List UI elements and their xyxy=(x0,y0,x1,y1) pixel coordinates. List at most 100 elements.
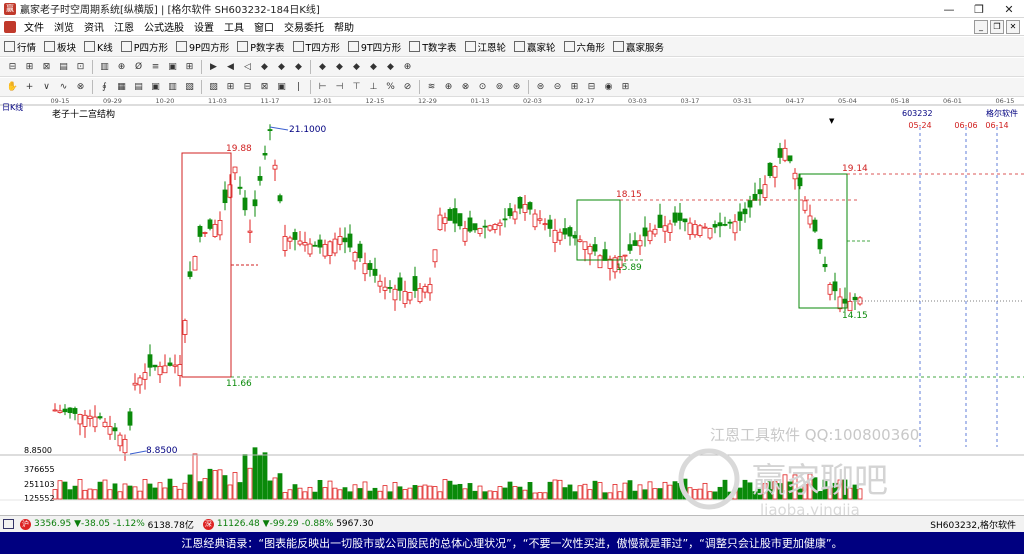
structure-box-3[interactable] xyxy=(798,173,848,309)
analysis-tool-icon[interactable]: ⊟ xyxy=(585,81,598,94)
candle-body[interactable] xyxy=(217,220,223,236)
candle-body[interactable] xyxy=(842,298,848,304)
toolbar-t-square-button[interactable]: T四方形 xyxy=(289,40,344,54)
analysis-tool-icon[interactable]: ∮ xyxy=(98,81,111,94)
maximize-button[interactable]: ❐ xyxy=(964,0,994,18)
menu-settings[interactable]: 设置 xyxy=(189,19,219,34)
candle-body[interactable] xyxy=(572,234,578,239)
draw-tool-icon[interactable]: ⊟ xyxy=(6,61,19,74)
analysis-tool-icon[interactable]: ⊝ xyxy=(551,81,564,94)
candle-body[interactable] xyxy=(552,229,558,243)
candle-body[interactable] xyxy=(372,268,378,276)
candle-body[interactable] xyxy=(567,227,573,237)
candle-body[interactable] xyxy=(827,284,833,295)
candle-body[interactable] xyxy=(812,219,818,232)
candle-body[interactable] xyxy=(847,300,853,312)
candle-body[interactable] xyxy=(472,223,478,231)
analysis-tool-icon[interactable]: % xyxy=(384,81,397,94)
draw-tool-icon[interactable]: ▤ xyxy=(57,61,70,74)
candle-body[interactable] xyxy=(332,238,338,254)
candle-body[interactable] xyxy=(647,230,653,242)
analysis-tool-icon[interactable]: ⊞ xyxy=(224,81,237,94)
candle-body[interactable] xyxy=(672,212,678,223)
candle-body[interactable] xyxy=(637,240,643,247)
candle-body[interactable] xyxy=(247,230,253,233)
candle-body[interactable] xyxy=(102,421,108,428)
analysis-tool-icon[interactable]: ⊗ xyxy=(459,81,472,94)
candle-body[interactable] xyxy=(222,189,228,204)
analysis-tool-icon[interactable]: ▨ xyxy=(207,81,220,94)
candle-body[interactable] xyxy=(442,217,448,224)
toolbar-blocks-button[interactable]: 板块 xyxy=(40,40,80,54)
menu-file[interactable]: 文件 xyxy=(19,19,49,34)
candle-body[interactable] xyxy=(377,280,383,287)
candle-body[interactable] xyxy=(422,286,428,293)
candle-body[interactable] xyxy=(527,202,533,210)
analysis-tool-icon[interactable]: ▤ xyxy=(132,81,145,94)
draw-tool-icon[interactable]: ≡ xyxy=(149,61,162,74)
analysis-tool-icon[interactable]: ⊟ xyxy=(241,81,254,94)
candle-body[interactable] xyxy=(152,364,158,368)
candle-body[interactable] xyxy=(172,364,178,367)
candle-body[interactable] xyxy=(252,199,258,207)
candle-body[interactable] xyxy=(607,258,613,269)
candle-body[interactable] xyxy=(417,288,423,303)
candle-body[interactable] xyxy=(242,197,248,211)
candle-body[interactable] xyxy=(692,224,698,236)
candle-body[interactable] xyxy=(627,244,633,251)
candle-body[interactable] xyxy=(142,372,148,380)
candle-body[interactable] xyxy=(747,200,753,208)
sh-index-quote[interactable]: 3356.95 ▼-38.05 -1.12% 6138.78亿 xyxy=(34,518,194,531)
candle-body[interactable] xyxy=(67,407,73,414)
candle-body[interactable] xyxy=(557,231,563,241)
candle-body[interactable] xyxy=(297,240,303,245)
candle-body[interactable] xyxy=(402,291,408,304)
candle-body[interactable] xyxy=(782,147,788,161)
candle-body[interactable] xyxy=(452,208,458,224)
structure-box-1[interactable] xyxy=(181,152,232,378)
candle-body[interactable] xyxy=(597,255,603,269)
candle-body[interactable] xyxy=(127,411,133,426)
candle-body[interactable] xyxy=(337,236,343,245)
candle-body[interactable] xyxy=(192,256,198,271)
candle-body[interactable] xyxy=(197,225,203,237)
draw-tool-icon[interactable]: ▣ xyxy=(166,61,179,74)
candle-body[interactable] xyxy=(177,364,183,376)
candle-body[interactable] xyxy=(327,241,333,256)
candle-body[interactable] xyxy=(582,241,588,250)
candle-body[interactable] xyxy=(667,223,673,233)
candle-body[interactable] xyxy=(282,236,288,251)
chart-area[interactable]: 09-15 09-29 10-20 11-03 11-17 12-01 12-15 12-29… xyxy=(0,97,1024,519)
menu-help[interactable]: 帮助 xyxy=(329,19,359,34)
analysis-tool-icon[interactable]: ≋ xyxy=(425,81,438,94)
draw-tool-icon[interactable]: ◆ xyxy=(258,61,271,74)
analysis-tool-icon[interactable]: | xyxy=(292,81,305,94)
draw-tool-icon[interactable]: ⊕ xyxy=(401,61,414,74)
candle-body[interactable] xyxy=(357,243,363,259)
candle-body[interactable] xyxy=(162,365,168,374)
candle-body[interactable] xyxy=(257,176,263,181)
candle-body[interactable] xyxy=(117,434,123,447)
draw-tool-icon[interactable]: ◆ xyxy=(350,61,363,74)
candle-body[interactable] xyxy=(832,281,838,292)
analysis-tool-icon[interactable]: ▣ xyxy=(149,81,162,94)
analysis-tool-icon[interactable]: ⊥ xyxy=(367,81,380,94)
candlestick-chart[interactable]: 09-15 09-29 10-20 11-03 11-17 12-01 12-15 12-29… xyxy=(0,97,1024,519)
candle-body[interactable] xyxy=(52,409,58,412)
candle-body[interactable] xyxy=(82,414,88,427)
candle-body[interactable] xyxy=(697,225,703,236)
menu-formula[interactable]: 公式选股 xyxy=(139,19,189,34)
candle-body[interactable] xyxy=(147,354,153,368)
analysis-tool-icon[interactable]: ⊛ xyxy=(510,81,523,94)
candle-body[interactable] xyxy=(507,208,513,217)
candle-body[interactable] xyxy=(322,244,328,257)
candle-body[interactable] xyxy=(757,189,763,195)
candle-body[interactable] xyxy=(277,195,283,202)
candle-body[interactable] xyxy=(287,237,293,242)
candle-body[interactable] xyxy=(312,244,318,247)
candle-body[interactable] xyxy=(732,221,738,234)
minimize-button[interactable]: — xyxy=(934,0,964,18)
draw-tool-icon[interactable]: ◀ xyxy=(224,61,237,74)
analysis-tool-icon[interactable]: ⊜ xyxy=(534,81,547,94)
analysis-tool-icon[interactable]: ◉ xyxy=(602,81,615,94)
